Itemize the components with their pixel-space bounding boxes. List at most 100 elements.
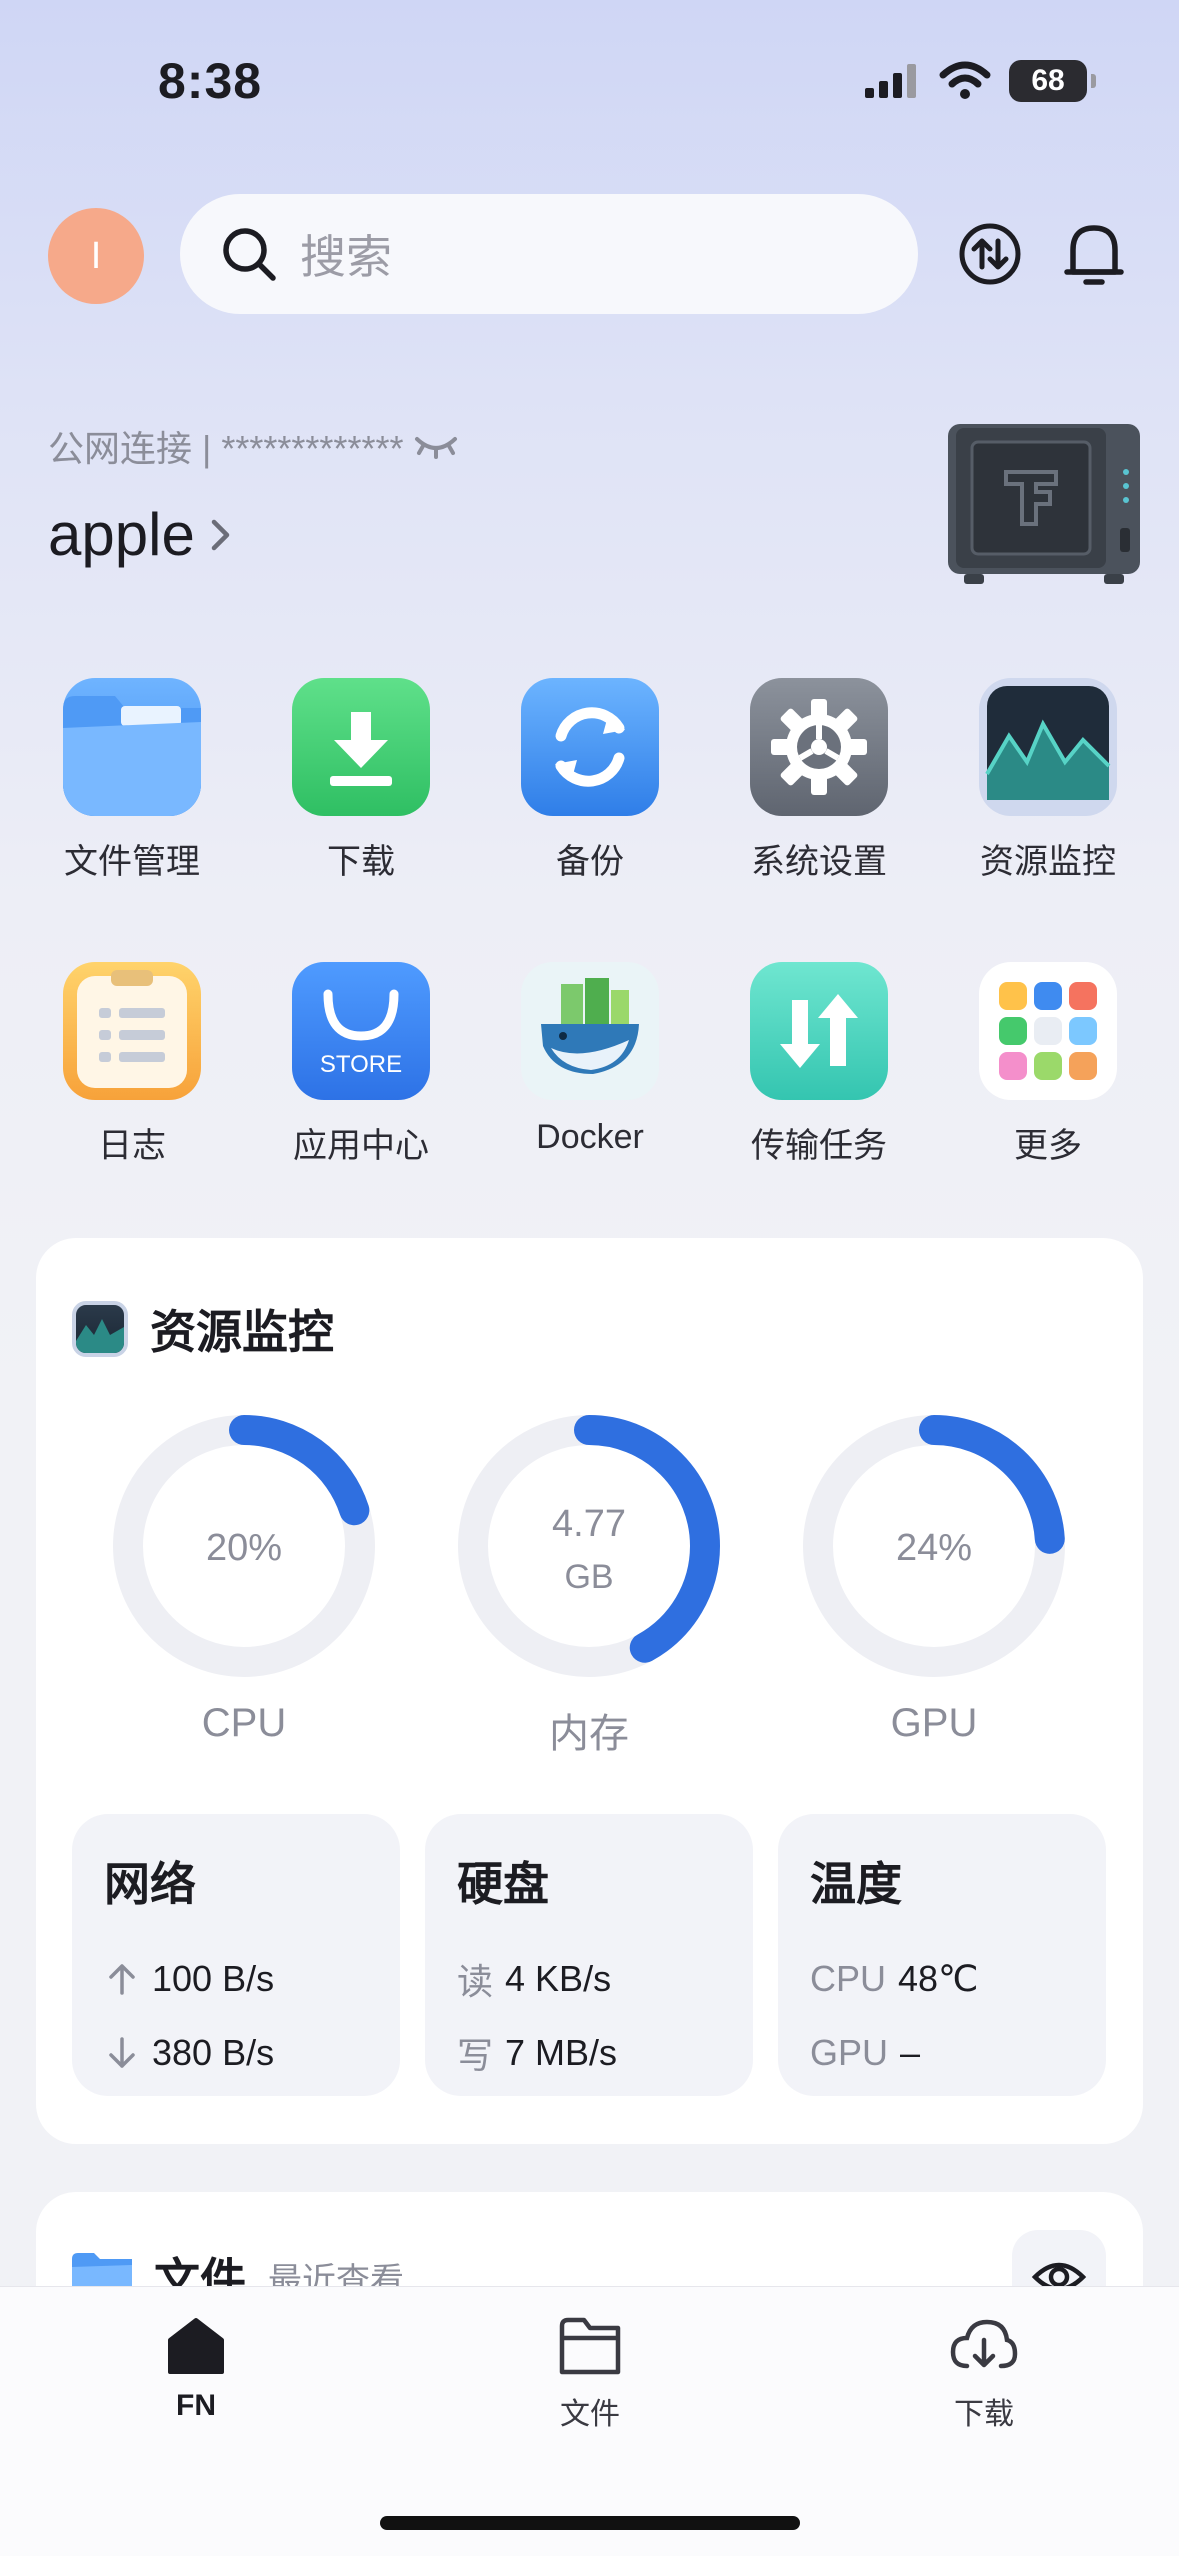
tab-label: FN xyxy=(176,2389,216,2422)
gpu-gauge-ring: 24% xyxy=(803,1415,1065,1677)
memory-gauge-unit: GB xyxy=(564,1558,613,1596)
connection-status: 公网连接 | ************* xyxy=(48,420,459,472)
download-icon xyxy=(292,678,430,816)
log-icon xyxy=(63,962,201,1100)
download-rate: 380 B/s xyxy=(152,2032,275,2073)
gpu-temp-value: – xyxy=(900,2032,921,2073)
app-backup[interactable]: 备份 xyxy=(490,678,690,883)
memory-gauge-value: 4.77 xyxy=(552,1503,626,1545)
app-label: 资源监控 xyxy=(980,843,1116,881)
notifications-button[interactable] xyxy=(1052,212,1136,296)
arrow-down-icon xyxy=(109,2037,135,2068)
cpu-gauge-label: CPU xyxy=(201,1701,287,1745)
app-label: 下载 xyxy=(327,843,395,881)
avatar[interactable]: I xyxy=(48,208,144,304)
monitor-icon xyxy=(72,1301,128,1357)
gpu-gauge-value: 24% xyxy=(896,1527,972,1569)
backup-icon xyxy=(521,678,659,816)
app-label: 传输任务 xyxy=(751,1127,887,1165)
gpu-temperature: GPU – xyxy=(810,2016,1074,2090)
store-icon: STORE xyxy=(292,962,430,1100)
upload-rate: 100 B/s xyxy=(152,1958,275,1999)
sync-button[interactable] xyxy=(948,212,1032,296)
disk-write-label: 写 xyxy=(457,2035,494,2076)
app-label: 系统设置 xyxy=(751,843,887,881)
chevron-right-icon xyxy=(211,519,230,550)
device-name-link[interactable]: apple xyxy=(48,500,233,569)
disk-write: 写 7 MB/s xyxy=(457,2016,721,2090)
cpu-gauge-value: 20% xyxy=(206,1527,282,1569)
monitor-card-header: 资源监控 xyxy=(72,1296,334,1362)
app-docker[interactable]: Docker xyxy=(490,962,690,1157)
memory-gauge-label: 内存 xyxy=(549,1712,629,1756)
eye-closed-icon[interactable] xyxy=(413,433,459,459)
app-download[interactable]: 下载 xyxy=(261,678,461,883)
disk-read: 读 4 KB/s xyxy=(457,1942,721,2016)
tab-downloads[interactable]: 下载 xyxy=(884,2316,1084,2433)
cpu-temp-label: CPU xyxy=(810,1958,887,1999)
home-icon xyxy=(168,2318,224,2374)
app-transfer-tasks[interactable]: 传输任务 xyxy=(719,962,919,1167)
svg-text:STORE: STORE xyxy=(320,1051,402,1078)
gpu-gauge-label: GPU xyxy=(890,1701,978,1745)
app-resource-monitor[interactable]: 资源监控 xyxy=(948,678,1148,883)
app-label: 文件管理 xyxy=(64,843,200,881)
monitor-card-title: 资源监控 xyxy=(150,1306,334,1358)
app-system-settings[interactable]: 系统设置 xyxy=(719,678,919,883)
cpu-gauge-ring: 20% xyxy=(113,1415,375,1677)
cpu-temp-value: 48℃ xyxy=(898,1958,979,1999)
tab-label: 下载 xyxy=(954,2398,1014,2431)
network-download: 380 B/s xyxy=(104,2016,368,2090)
status-time: 8:38 xyxy=(158,53,263,109)
search-icon xyxy=(223,228,276,281)
app-label: Docker xyxy=(536,1118,644,1156)
wifi-icon xyxy=(939,61,991,99)
monitor-icon xyxy=(979,678,1117,816)
more-grid-icon xyxy=(979,962,1117,1100)
temperature-title: 温度 xyxy=(810,1858,902,1910)
docker-whale-icon xyxy=(521,962,659,1100)
network-title: 网络 xyxy=(104,1858,196,1910)
app-label: 日志 xyxy=(98,1127,166,1165)
transfer-icon xyxy=(750,962,888,1100)
disk-read-label: 读 xyxy=(457,1961,494,2002)
gear-icon xyxy=(750,678,888,816)
folder-outline-icon xyxy=(559,2317,621,2375)
network-stat[interactable]: 网络 100 B/s 380 B/s xyxy=(72,1814,400,2096)
cpu-temperature: CPU 48℃ xyxy=(810,1942,1074,2016)
search-bar[interactable]: 搜索 xyxy=(180,194,918,314)
memory-gauge: 4.77 GB 内存 xyxy=(453,1410,725,1759)
arrow-up-icon xyxy=(109,1964,135,1995)
app-store[interactable]: STORE 应用中心 xyxy=(261,962,461,1167)
folder-icon xyxy=(63,678,201,816)
transfer-arrows-icon xyxy=(959,223,1021,285)
home-indicator xyxy=(380,2516,800,2530)
cellular-signal-icon xyxy=(865,64,916,98)
battery-indicator: 68 xyxy=(1009,60,1096,102)
temperature-stat[interactable]: 温度 CPU 48℃ GPU – xyxy=(778,1814,1106,2096)
cpu-gauge: 20% CPU xyxy=(108,1410,380,1746)
app-more[interactable]: 更多 xyxy=(948,962,1148,1167)
disk-title: 硬盘 xyxy=(457,1858,549,1910)
gpu-temp-label: GPU xyxy=(810,2032,889,2073)
network-upload: 100 B/s xyxy=(104,1942,368,2016)
disk-stat[interactable]: 硬盘 读 4 KB/s 写 7 MB/s xyxy=(425,1814,753,2096)
memory-gauge-ring: 4.77 GB xyxy=(458,1415,720,1677)
connection-text: 公网连接 | ************* xyxy=(48,428,404,469)
gpu-gauge: 24% GPU xyxy=(798,1410,1070,1746)
app-label: 备份 xyxy=(556,843,624,881)
search-input[interactable]: 搜索 xyxy=(300,221,392,287)
app-logs[interactable]: 日志 xyxy=(32,962,232,1167)
status-icons: 68 xyxy=(863,60,1096,102)
disk-write-rate: 7 MB/s xyxy=(505,2032,618,2073)
tab-fn[interactable]: FN xyxy=(96,2316,296,2423)
app-file-manager[interactable]: 文件管理 xyxy=(32,678,232,883)
cloud-download-icon xyxy=(950,2319,1018,2369)
app-label: 应用中心 xyxy=(293,1127,429,1165)
app-label: 更多 xyxy=(1014,1127,1082,1165)
nas-device-image xyxy=(948,424,1140,584)
device-name: apple xyxy=(48,501,195,568)
disk-read-rate: 4 KB/s xyxy=(505,1958,612,1999)
tab-label: 文件 xyxy=(560,2398,620,2431)
tab-files[interactable]: 文件 xyxy=(490,2316,690,2433)
